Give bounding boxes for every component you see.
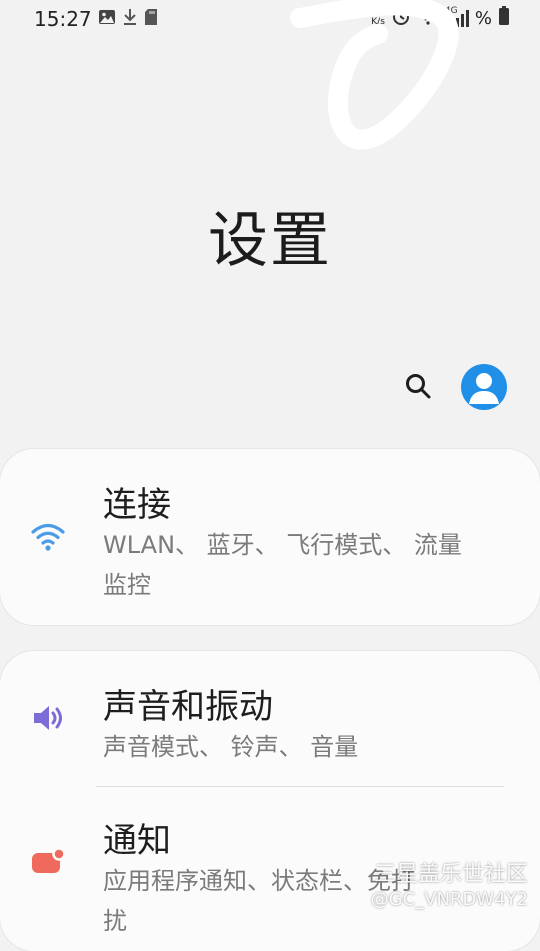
status-time: 15:27 <box>34 7 92 31</box>
settings-card-connections: 连接 WLAN、 蓝牙、 飞行模式、 流量监控 <box>0 449 540 625</box>
search-icon <box>406 374 431 399</box>
page-title: 设置 <box>208 206 332 276</box>
notification-icon <box>30 843 66 879</box>
status-left-icons <box>98 8 158 30</box>
watermark: 三星盖乐世社区 @GC_VNRDW4Y2 <box>371 862 528 912</box>
watermark-user: @GC_VNRDW4Y2 <box>370 889 528 910</box>
image-icon <box>98 9 116 29</box>
wifi-icon <box>30 519 66 555</box>
settings-item-title: 声音和振动 <box>103 687 273 727</box>
settings-item-connections[interactable]: 连接 WLAN、 蓝牙、 飞行模式、 流量监控 <box>0 449 540 625</box>
settings-item-title: 连接 <box>103 485 171 525</box>
settings-item-subtitle: WLAN、 蓝牙、 飞行模式、 流量监控 <box>103 531 462 599</box>
settings-item-title: 通知 <box>103 821 171 861</box>
battery-percentage: % <box>474 7 492 29</box>
decorative-swirl <box>290 0 459 150</box>
settings-item-sound[interactable]: 声音和振动 声音模式、 铃声、 音量 <box>0 651 540 785</box>
download-icon <box>122 8 138 30</box>
volume-icon <box>30 700 66 736</box>
watermark-community: 三星盖乐世社区 <box>373 862 528 887</box>
settings-item-subtitle: 声音模式、 铃声、 音量 <box>103 733 359 761</box>
sd-card-icon <box>144 8 158 30</box>
battery-icon <box>498 6 510 30</box>
search-button[interactable] <box>398 366 438 406</box>
account-icon <box>469 373 499 404</box>
account-button[interactable] <box>461 364 507 410</box>
